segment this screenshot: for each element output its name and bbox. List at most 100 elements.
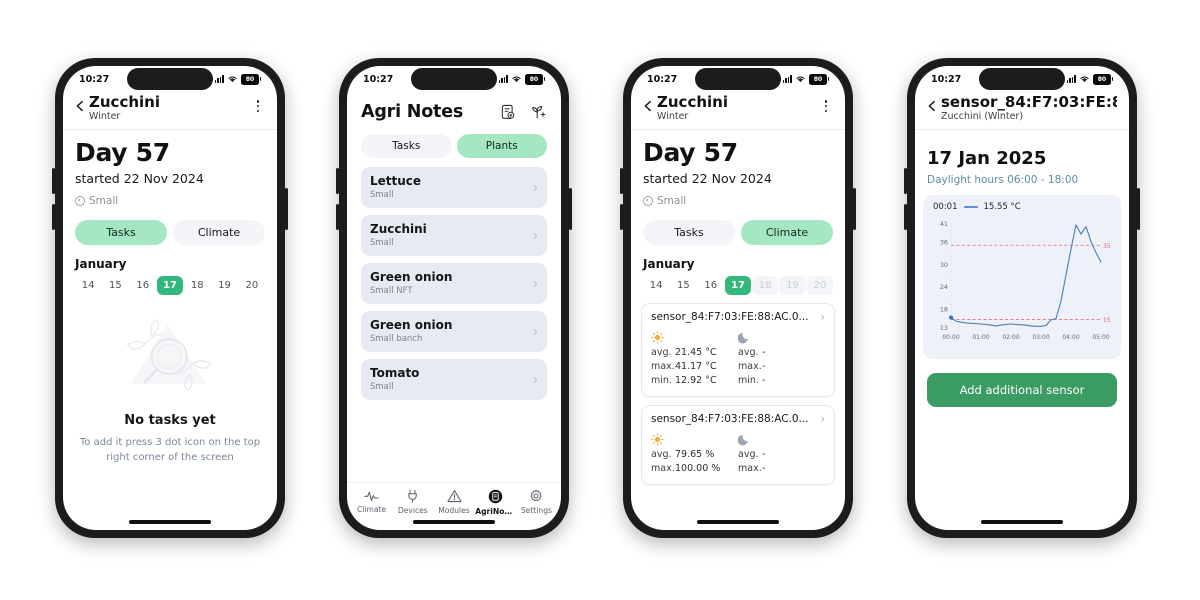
chart-plot: 13 18 24 30 36 41 00:00 01:00 02:00 03:00 04:00 05:…: [940, 220, 1111, 341]
chart-legend: 00:01 15.55 °C: [929, 201, 1115, 215]
sensor-id: sensor_84:F7:03:FE:88:AC.0...: [651, 311, 809, 323]
day-chip-19[interactable]: 19: [211, 276, 237, 295]
three-dot-menu-icon[interactable]: [251, 94, 265, 113]
volume-up-button[interactable]: [52, 168, 55, 194]
day-chip-20[interactable]: 20: [239, 276, 265, 295]
stat-value: 41.17 °C: [675, 361, 717, 372]
day-chip-14[interactable]: 14: [643, 276, 669, 295]
tab-devices[interactable]: Devices: [392, 489, 433, 516]
chevron-right-icon: ›: [533, 228, 538, 243]
day-chip-14[interactable]: 14: [75, 276, 101, 295]
day-strip: 14 15 16 17 18 19 20: [643, 276, 833, 295]
tab-climate[interactable]: Climate: [741, 220, 833, 245]
chevron-left-icon[interactable]: [925, 94, 941, 117]
stat-label: avg.: [738, 347, 759, 358]
plant-sub: Small: [370, 190, 394, 200]
tab-climate[interactable]: Climate: [173, 220, 265, 245]
power-button[interactable]: [285, 188, 288, 230]
tab-tasks[interactable]: Tasks: [75, 220, 167, 245]
day-chip-18[interactable]: 18: [184, 276, 210, 295]
wifi-icon: [1080, 76, 1089, 83]
power-button[interactable]: [853, 188, 856, 230]
list-item[interactable]: Green onion Small banch ›: [361, 311, 547, 352]
stat-max: max. -: [738, 360, 825, 374]
tab-tasks[interactable]: Tasks: [643, 220, 735, 245]
stat-value: -: [762, 361, 766, 372]
chevron-right-icon: ›: [820, 412, 825, 426]
temperature-chart[interactable]: 00:01 15.55 °C 13 18 24 30 36 41 00:00 01:00 02:…: [923, 195, 1121, 359]
list-item[interactable]: Tomato Small ›: [361, 359, 547, 400]
list-item[interactable]: Zucchini Small ›: [361, 215, 547, 256]
volume-down-button[interactable]: [336, 204, 339, 230]
sensor-stats: avg. 21.45 °C max. 41.17 °C min. 12.92 °…: [651, 329, 825, 388]
day-chip-16[interactable]: 16: [698, 276, 724, 295]
sensor-card-list: sensor_84:F7:03:FE:88:AC.0... › avg. 21.…: [641, 303, 835, 485]
start-date: started 22 Nov 2024: [75, 171, 204, 186]
day-chip-15[interactable]: 15: [670, 276, 696, 295]
day-chip-15[interactable]: 15: [102, 276, 128, 295]
battery-level: 80: [245, 75, 255, 83]
sensor-card[interactable]: sensor_84:F7:03:FE:88:AC.0... ›: [641, 405, 835, 485]
volume-down-button[interactable]: [52, 204, 55, 230]
volume-up-button[interactable]: [620, 168, 623, 194]
notch: [695, 68, 781, 90]
volume-down-button[interactable]: [904, 204, 907, 230]
day-chip-19[interactable]: 19: [779, 276, 806, 295]
day-chip-17[interactable]: 17: [724, 276, 752, 295]
sensor-card[interactable]: sensor_84:F7:03:FE:88:AC.0... ›: [641, 303, 835, 397]
volume-down-button[interactable]: [620, 204, 623, 230]
tab-modules[interactable]: Modules: [433, 489, 474, 516]
note-add-icon[interactable]: [500, 104, 515, 120]
plant-name: Lettuce: [370, 174, 422, 188]
status-bar: 10:27 80: [347, 66, 561, 92]
home-indicator[interactable]: [129, 520, 211, 524]
nav-titles: sensor_84:F7:03:FE:88:... Zucchini (Wint…: [941, 94, 1117, 123]
add-additional-sensor-button[interactable]: Add additional sensor: [927, 373, 1117, 407]
tab-label: AgriNot...: [475, 507, 516, 516]
tab-climate[interactable]: Climate: [351, 489, 392, 516]
chevron-right-icon: ›: [533, 324, 538, 339]
volume-up-button[interactable]: [336, 168, 339, 194]
tab-plants[interactable]: Plants: [456, 134, 547, 158]
empty-hint: To add it press 3 dot icon on the top ri…: [79, 437, 261, 463]
list-item[interactable]: Green onion Small NFT ›: [361, 263, 547, 304]
three-dot-menu-icon[interactable]: [819, 94, 833, 113]
day-chip-18[interactable]: 18: [752, 276, 779, 295]
day-chip-17[interactable]: 17: [156, 276, 184, 295]
chevron-left-icon[interactable]: [641, 94, 657, 117]
day-chip-20[interactable]: 20: [806, 276, 833, 295]
chevron-right-icon: ›: [533, 180, 538, 195]
legend-value: 15.55 °C: [983, 202, 1021, 212]
tab-label: Climate: [356, 505, 387, 514]
stat-value: 100.00 %: [675, 463, 721, 474]
power-button[interactable]: [1137, 188, 1140, 230]
plant-add-icon[interactable]: [531, 104, 547, 120]
empty-state: No tasks yet To add it press 3 dot icon …: [63, 295, 277, 530]
list-item[interactable]: Lettuce Small ›: [361, 167, 547, 208]
stat-value: 12.92 °C: [675, 375, 717, 386]
status-bar: 10:27 80: [63, 66, 277, 92]
stat-max: max. 41.17 °C: [651, 360, 738, 374]
tab-agri-notes[interactable]: AgriNot...: [475, 489, 516, 516]
svg-text:05:00: 05:00: [1092, 334, 1109, 341]
svg-text:30: 30: [940, 261, 948, 269]
tab-tasks[interactable]: Tasks: [361, 134, 452, 158]
home-indicator[interactable]: [981, 520, 1063, 524]
page-subtitle: Zucchini (Winter): [941, 111, 1024, 122]
stat-value: -: [762, 375, 766, 386]
tab-settings[interactable]: Settings: [516, 489, 557, 516]
home-indicator[interactable]: [413, 520, 495, 524]
svg-text:24: 24: [940, 283, 948, 291]
plant-name: Green onion: [370, 318, 453, 332]
home-indicator[interactable]: [697, 520, 779, 524]
power-button[interactable]: [569, 188, 572, 230]
size-row: Small: [75, 195, 265, 207]
status-time: 10:27: [931, 73, 962, 85]
volume-up-button[interactable]: [904, 168, 907, 194]
wifi-icon: [512, 76, 521, 83]
month-label: January: [75, 257, 127, 271]
phone-1-segmented-control: Tasks Climate: [75, 220, 265, 245]
stat-avg: avg. 79.65 %: [651, 448, 738, 462]
chevron-left-icon[interactable]: [73, 94, 89, 117]
day-chip-16[interactable]: 16: [130, 276, 156, 295]
